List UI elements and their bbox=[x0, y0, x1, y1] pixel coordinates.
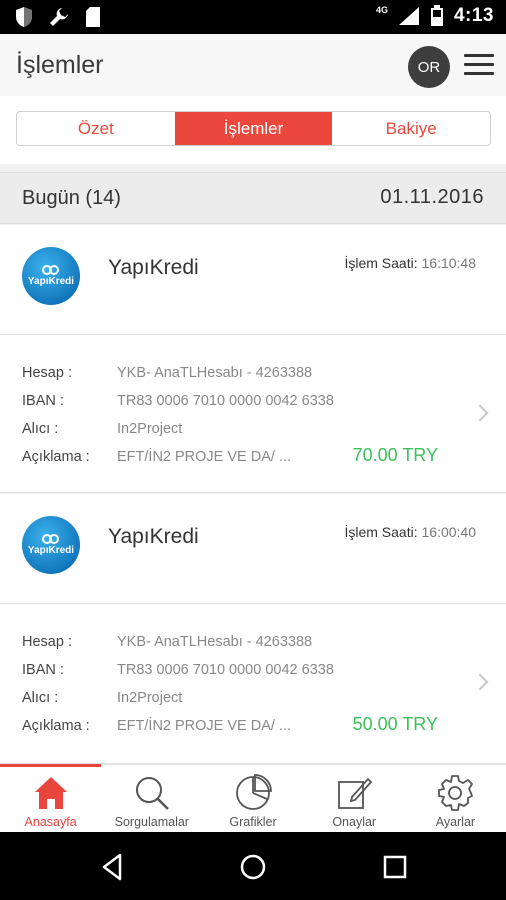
status-bar: 4G 4:13 bbox=[0, 0, 506, 34]
hamburger-menu-icon[interactable] bbox=[464, 54, 494, 76]
bottom-navigation: Anasayfa Sorgulamalar Grafikler Onaylar … bbox=[0, 764, 506, 832]
chevron-right-icon[interactable] bbox=[471, 673, 489, 691]
nav-label: Ayarlar bbox=[435, 815, 476, 829]
transaction-header: YapıKredi YapıKredi İşlem Saati: 16:10:4… bbox=[0, 225, 506, 335]
bank-name: YapıKredi bbox=[108, 525, 199, 548]
detail-row-iban: IBAN : TR83 0006 7010 0000 0042 6338 bbox=[22, 393, 334, 409]
gear-icon bbox=[438, 775, 474, 811]
nav-label: Sorgulamalar bbox=[114, 815, 189, 829]
segmented-tabs: Özet İşlemler Bakiye bbox=[16, 111, 491, 146]
day-date: 01.11.2016 bbox=[380, 186, 484, 208]
nav-ayarlar[interactable]: Ayarlar bbox=[405, 765, 506, 832]
detail-value: YKB- AnaTLHesabı - 4263388 bbox=[117, 634, 313, 650]
transaction-details[interactable]: Hesap : YKB- AnaTLHesabı - 4263388 IBAN :… bbox=[0, 335, 506, 493]
day-title: Bugün (14) bbox=[22, 187, 121, 209]
time-value: 16:00:40 bbox=[421, 524, 477, 540]
detail-value: EFT/İN2 PROJE VE DA/ ... bbox=[117, 718, 292, 734]
transaction-card[interactable]: YapıKredi YapıKredi İşlem Saati: 16:10:4… bbox=[0, 225, 506, 493]
recent-apps-icon[interactable] bbox=[380, 852, 410, 882]
nav-anasayfa[interactable]: Anasayfa bbox=[0, 764, 102, 832]
detail-label: IBAN : bbox=[22, 662, 64, 678]
transaction-amount: 50.00 TRY bbox=[352, 714, 438, 734]
detail-row-aciklama: Açıklama : EFT/İN2 PROJE VE DA/ ... bbox=[22, 449, 291, 465]
signal-icon bbox=[398, 7, 419, 25]
search-icon bbox=[135, 777, 169, 810]
shield-icon bbox=[16, 7, 32, 27]
detail-row-alici: Alıcı : In2Project bbox=[22, 421, 182, 437]
detail-row-hesap: Hesap : YKB- AnaTLHesabı - 4263388 bbox=[22, 634, 312, 650]
back-icon[interactable] bbox=[98, 852, 128, 882]
sd-card-icon bbox=[86, 7, 100, 27]
bank-name: YapıKredi bbox=[108, 256, 199, 279]
bank-logo-text: YapıKredi bbox=[27, 276, 75, 287]
transaction-time: İşlem Saati: 16:10:48 bbox=[344, 255, 476, 271]
detail-label: Hesap : bbox=[22, 365, 72, 381]
app-header: İşlemler OR bbox=[0, 34, 506, 96]
battery-icon bbox=[430, 5, 443, 26]
detail-value: EFT/İN2 PROJE VE DA/ ... bbox=[117, 449, 292, 465]
detail-value: TR83 0006 7010 0000 0042 6338 bbox=[117, 662, 334, 678]
network-type: 4G bbox=[375, 5, 388, 15]
nav-label: Onaylar bbox=[332, 815, 377, 829]
detail-row-iban: IBAN : TR83 0006 7010 0000 0042 6338 bbox=[22, 662, 334, 678]
clock: 4:13 bbox=[453, 5, 494, 26]
detail-value: TR83 0006 7010 0000 0042 6338 bbox=[117, 393, 334, 409]
detail-label: Açıklama : bbox=[22, 449, 90, 465]
edit-icon bbox=[338, 777, 373, 809]
transaction-card[interactable]: YapıKredi YapıKredi İşlem Saati: 16:00:4… bbox=[0, 494, 506, 764]
tab-ozet[interactable]: Özet bbox=[17, 112, 175, 145]
detail-label: Alıcı : bbox=[22, 421, 59, 437]
detail-value: YKB- AnaTLHesabı - 4263388 bbox=[117, 365, 313, 381]
transaction-time: İşlem Saati: 16:00:40 bbox=[344, 524, 476, 540]
nav-grafikler[interactable]: Grafikler bbox=[202, 765, 303, 832]
page-title: İşlemler bbox=[16, 51, 104, 79]
time-label: İşlem Saati: bbox=[344, 524, 418, 540]
nav-label: Grafikler bbox=[229, 815, 277, 829]
bank-logo-text: YapıKredi bbox=[27, 545, 75, 556]
detail-value: In2Project bbox=[117, 421, 183, 437]
detail-label: Alıcı : bbox=[22, 690, 59, 706]
transaction-header: YapıKredi YapıKredi İşlem Saati: 16:00:4… bbox=[0, 494, 506, 604]
time-value: 16:10:48 bbox=[421, 255, 477, 271]
home-circle-icon[interactable] bbox=[238, 852, 268, 882]
nav-onaylar[interactable]: Onaylar bbox=[304, 765, 405, 832]
transaction-amount: 70.00 TRY bbox=[352, 445, 438, 465]
bank-logo: YapıKredi bbox=[22, 516, 80, 574]
tab-bakiye[interactable]: Bakiye bbox=[332, 112, 490, 145]
tab-islemler[interactable]: İşlemler bbox=[174, 112, 333, 145]
detail-label: Açıklama : bbox=[22, 718, 90, 734]
wrench-icon bbox=[50, 8, 68, 26]
tabs-container: Özet İşlemler Bakiye bbox=[0, 96, 506, 164]
detail-label: Hesap : bbox=[22, 634, 72, 650]
detail-row-aciklama: Açıklama : EFT/İN2 PROJE VE DA/ ... bbox=[22, 718, 291, 734]
pie-chart-icon bbox=[236, 774, 272, 810]
home-icon bbox=[34, 777, 67, 809]
bank-logo: YapıKredi bbox=[22, 247, 80, 305]
chevron-right-icon[interactable] bbox=[471, 404, 489, 422]
nav-sorgulamalar[interactable]: Sorgulamalar bbox=[101, 765, 202, 832]
time-label: İşlem Saati: bbox=[344, 255, 418, 271]
day-section-header: Bugün (14) 01.11.2016 bbox=[0, 172, 506, 224]
detail-label: IBAN : bbox=[22, 393, 64, 409]
nav-label: Anasayfa bbox=[24, 815, 77, 829]
avatar[interactable]: OR bbox=[408, 46, 450, 88]
system-navigation-bar bbox=[0, 832, 506, 900]
transaction-details[interactable]: Hesap : YKB- AnaTLHesabı - 4263388 IBAN :… bbox=[0, 604, 506, 764]
detail-value: In2Project bbox=[117, 690, 183, 706]
detail-row-alici: Alıcı : In2Project bbox=[22, 690, 182, 706]
detail-row-hesap: Hesap : YKB- AnaTLHesabı - 4263388 bbox=[22, 365, 312, 381]
